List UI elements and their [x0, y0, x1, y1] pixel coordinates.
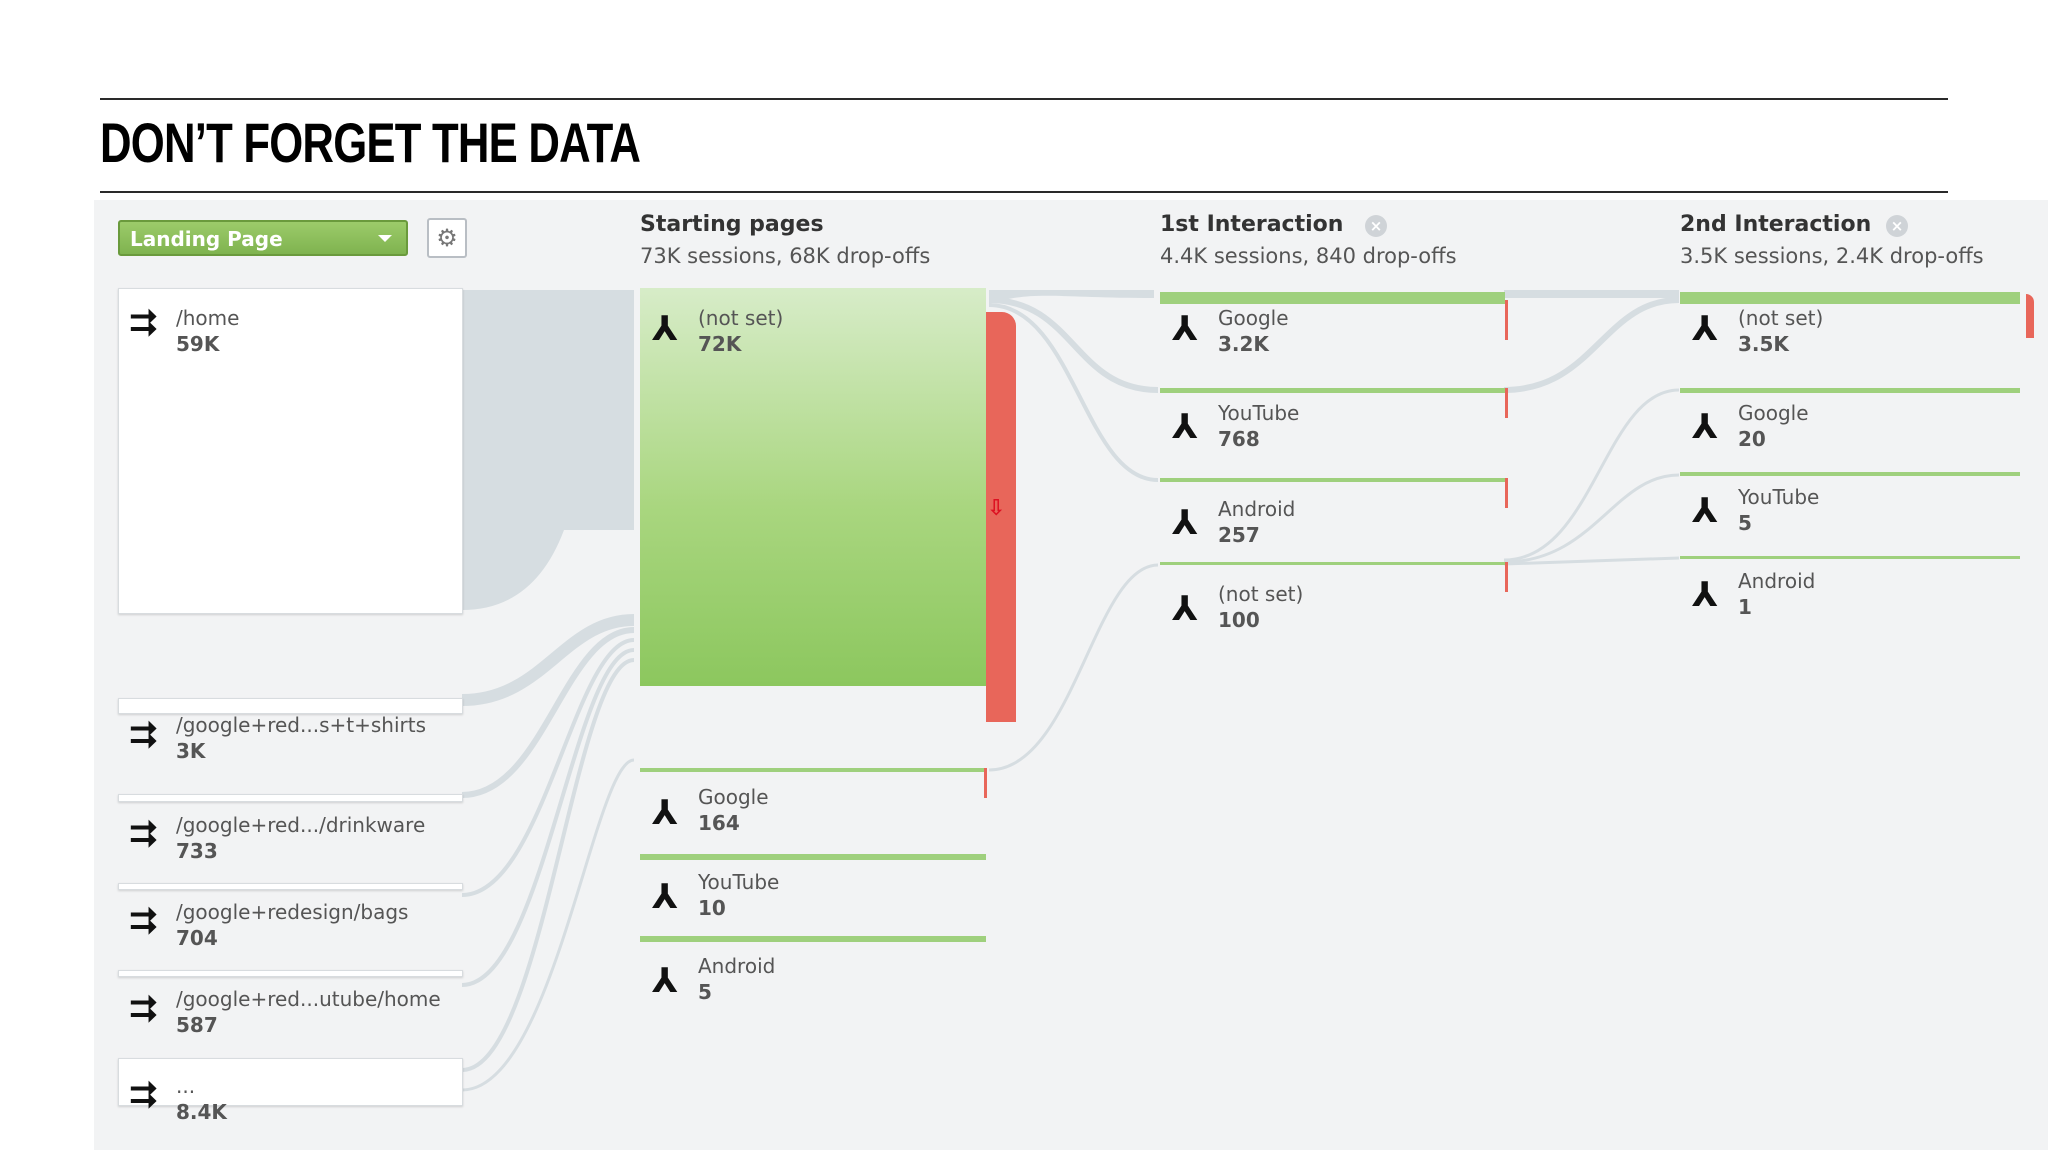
- interaction1-node-label: Google 3.2K: [1218, 306, 1289, 356]
- interaction1-node-label: Android 257: [1218, 497, 1296, 547]
- interaction1-node-label: (not set) 100: [1218, 582, 1304, 632]
- landing-node-bar[interactable]: [118, 794, 463, 802]
- branch-icon: ⅄: [1172, 503, 1198, 543]
- branch-icon: ⅄: [1692, 407, 1718, 447]
- branch-icon: ⅄: [1172, 589, 1198, 629]
- flow-link: [461, 758, 635, 1092]
- landing-node-label: /google+red.../drinkware 733: [176, 813, 426, 863]
- flow-link: [1503, 297, 1680, 393]
- branch-icon: ⅄: [1692, 491, 1718, 531]
- dropoff-tick: [1505, 562, 1508, 592]
- branch-icon: ⅄: [652, 309, 678, 349]
- landing-node-bar[interactable]: [118, 970, 463, 977]
- top-rule: [100, 98, 1948, 100]
- branch-icon: ⅄: [1692, 309, 1718, 349]
- dropoff-tick: [1505, 300, 1508, 340]
- landing-node-label: /google+red...s+t+shirts 3K: [176, 713, 426, 763]
- enter-arrow-icon: ⮆: [130, 715, 158, 755]
- enter-arrow-icon: ⮆: [130, 989, 158, 1029]
- interaction2-node-label: YouTube 5: [1738, 485, 1820, 535]
- branch-icon: ⅄: [652, 961, 678, 1001]
- close-icon[interactable]: ×: [1365, 215, 1387, 237]
- users-flow-panel: Landing Page ⚙ Starting pages 73K sessio…: [94, 200, 2048, 1150]
- landing-node-bar[interactable]: [118, 883, 463, 890]
- enter-arrow-icon: ⮆: [130, 1075, 158, 1115]
- branch-icon: ⅄: [652, 793, 678, 833]
- enter-arrow-icon: ⮆: [130, 814, 158, 854]
- landing-node-home[interactable]: [118, 288, 463, 614]
- column-summary-1st-interaction: 4.4K sessions, 840 drop-offs: [1160, 244, 1457, 268]
- dropoff-tick: [1505, 388, 1508, 418]
- flow-link: [1503, 388, 1680, 562]
- interaction2-node-bar[interactable]: [1680, 388, 2020, 393]
- interaction1-node-bar[interactable]: [1160, 478, 1505, 482]
- dimension-select-label: Landing Page: [130, 227, 283, 251]
- starting-node-label: Android 5: [698, 954, 776, 1004]
- dropoff-tick: [1505, 478, 1508, 508]
- interaction2-node-bar[interactable]: [1680, 472, 2020, 476]
- flow-link: [1504, 290, 1679, 298]
- dimension-select[interactable]: Landing Page: [118, 220, 408, 256]
- column-summary-2nd-interaction: 3.5K sessions, 2.4K drop-offs: [1680, 244, 1984, 268]
- starting-node-bar[interactable]: [640, 768, 986, 772]
- interaction2-node-bar[interactable]: [1680, 556, 2020, 559]
- landing-node-other[interactable]: [118, 1058, 463, 1106]
- flow-link: [462, 290, 634, 610]
- branch-icon: ⅄: [1692, 575, 1718, 615]
- dropoff-tick: [984, 768, 987, 798]
- starting-node-label: (not set) 72K: [698, 306, 784, 356]
- interaction2-node-label: Google 20: [1738, 401, 1809, 451]
- landing-node-label: /google+redesign/bags 704: [176, 900, 409, 950]
- enter-arrow-icon: ⮆: [130, 901, 158, 941]
- landing-node-label: /google+red...utube/home 587: [176, 987, 441, 1037]
- dropoff-tick: [2026, 294, 2034, 338]
- interaction2-node-label: (not set) 3.5K: [1738, 306, 1824, 356]
- starting-node-bar[interactable]: [640, 854, 986, 860]
- column-title-2nd-interaction: 2nd Interaction: [1680, 212, 1872, 237]
- starting-node-not-set[interactable]: [640, 288, 986, 686]
- branch-icon: ⅄: [1172, 309, 1198, 349]
- chevron-down-icon: [378, 235, 392, 242]
- column-title-1st-interaction: 1st Interaction: [1160, 212, 1344, 237]
- interaction2-node-label: Android 1: [1738, 569, 1816, 619]
- starting-node-label: YouTube 10: [698, 870, 780, 920]
- branch-icon: ⅄: [1172, 407, 1198, 447]
- landing-node-label: /home 59K: [176, 306, 240, 356]
- starting-node-bar[interactable]: [640, 936, 986, 942]
- interaction1-node-bar[interactable]: [1160, 562, 1505, 565]
- slide-title: DON’T FORGET THE DATA: [100, 111, 641, 174]
- enter-arrow-icon: ⮆: [130, 303, 158, 343]
- flow-link: [461, 638, 635, 897]
- interaction2-node-bar[interactable]: [1680, 292, 2020, 304]
- interaction1-node-bar[interactable]: [1160, 292, 1505, 304]
- drop-off-arrow-icon: ⇩: [987, 496, 1006, 521]
- column-title-starting-pages: Starting pages: [640, 212, 824, 237]
- bottom-rule: [100, 191, 1948, 193]
- interaction1-node-label: YouTube 768: [1218, 401, 1300, 451]
- interaction1-node-bar[interactable]: [1160, 388, 1505, 393]
- starting-node-label: Google 164: [698, 785, 769, 835]
- settings-button[interactable]: ⚙: [427, 218, 467, 258]
- column-summary-starting-pages: 73K sessions, 68K drop-offs: [640, 244, 931, 268]
- landing-node-label: ... 8.4K: [176, 1074, 227, 1124]
- branch-icon: ⅄: [652, 877, 678, 917]
- close-icon[interactable]: ×: [1886, 215, 1908, 237]
- gear-icon: ⚙: [436, 224, 458, 252]
